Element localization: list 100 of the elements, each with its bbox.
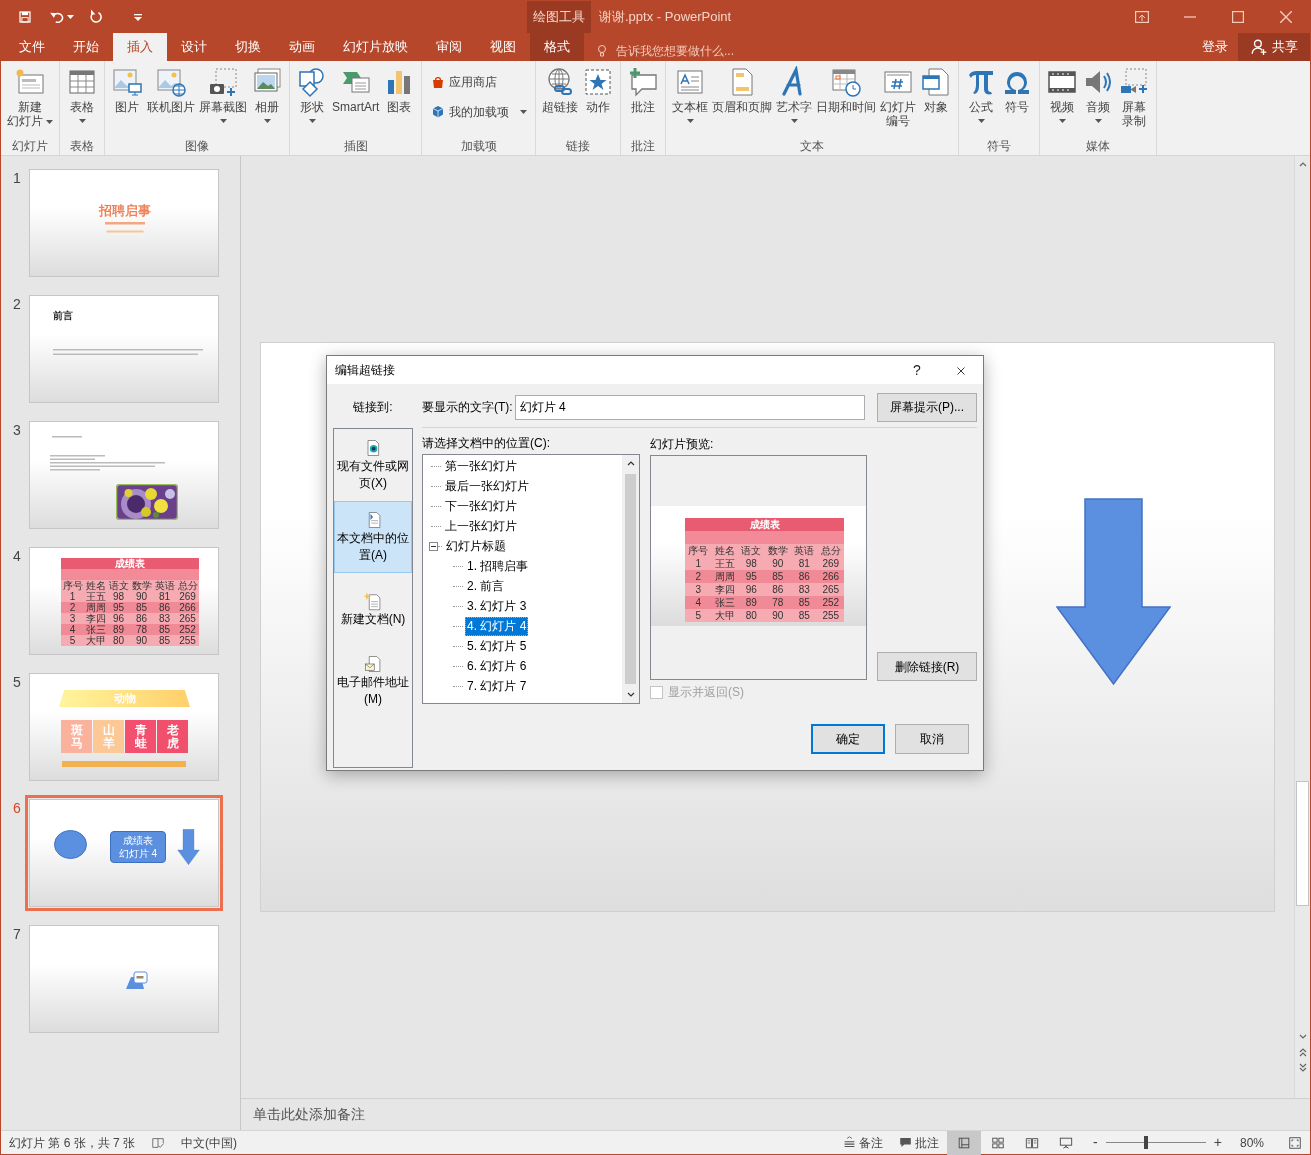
ribbon-button[interactable]: 动作 bbox=[580, 65, 617, 115]
ribbon-tab[interactable]: 文件 bbox=[5, 33, 59, 61]
ribbon-button[interactable]: 对象 bbox=[918, 65, 955, 115]
scrollbar-thumb[interactable] bbox=[1296, 781, 1309, 906]
caret-icon bbox=[67, 15, 74, 19]
double-chevron-down-icon bbox=[1298, 1063, 1307, 1073]
slide-number: 5 bbox=[12, 673, 22, 692]
remove-link-button[interactable]: 删除链接(R) bbox=[877, 652, 977, 681]
spell-check-icon bbox=[151, 1135, 166, 1150]
zoom-slider-thumb[interactable] bbox=[1143, 1136, 1148, 1149]
zoom-out-button[interactable]: - bbox=[1091, 1132, 1100, 1153]
tree-item[interactable]: 第一张幻灯片 bbox=[443, 456, 519, 476]
tree-item[interactable]: 下一张幻灯片 bbox=[443, 496, 519, 516]
dialog-button[interactable]: 确定 bbox=[811, 724, 885, 754]
tree-item[interactable]: 4. 幻灯片 4 bbox=[465, 616, 529, 636]
ribbon-button[interactable]: 视频 bbox=[1044, 65, 1081, 124]
ribbon-tab[interactable]: 审阅 bbox=[422, 33, 476, 61]
card-text: 老虎 bbox=[166, 723, 179, 750]
tree-item[interactable]: 最后一张幻灯片 bbox=[443, 476, 531, 496]
ribbon-button[interactable]: 图片 bbox=[109, 65, 145, 115]
text-field[interactable]: 幻灯片 4 bbox=[514, 394, 865, 420]
dialog-button[interactable]: 取消 bbox=[895, 724, 969, 754]
collapse-node-icon[interactable] bbox=[429, 541, 438, 551]
ribbon-tab[interactable]: 开始 bbox=[59, 33, 113, 61]
slide-number: 1 bbox=[12, 169, 22, 188]
column-header: 数学 bbox=[130, 580, 153, 591]
tree-item[interactable]: 7. 幻灯片 7 bbox=[465, 676, 529, 696]
section-label: 链接到: bbox=[352, 399, 394, 416]
ribbon-button[interactable]: 公式 bbox=[963, 65, 1000, 124]
ribbon-tab[interactable]: 动画 bbox=[275, 33, 329, 61]
ribbon-button[interactable]: 幻灯片 编号 bbox=[878, 65, 919, 129]
chevron-up-icon bbox=[626, 461, 635, 466]
ribbon-button[interactable]: 日期和时间 bbox=[814, 65, 879, 115]
tree-item[interactable]: 1. 招聘启事 bbox=[465, 556, 531, 576]
notes-button[interactable]: 备注 bbox=[835, 1130, 892, 1155]
table-cell: 李四 bbox=[84, 613, 107, 624]
tree-item[interactable]: 5. 幻灯片 5 bbox=[465, 636, 529, 656]
table-cell: 81 bbox=[791, 557, 818, 570]
ribbon-tab[interactable]: 设计 bbox=[167, 33, 221, 61]
tree-item[interactable]: 上一张幻灯片 bbox=[443, 516, 519, 536]
table-cell: 3 bbox=[685, 583, 712, 596]
link-type-option[interactable]: 现有文件或网页(X) bbox=[334, 429, 412, 501]
link-type-option[interactable]: 本文档中的位置(A) bbox=[334, 501, 412, 573]
ribbon-button[interactable]: 我的加载项 bbox=[426, 101, 532, 123]
table-cell: 265 bbox=[817, 583, 844, 596]
notes-icon bbox=[843, 1136, 857, 1149]
table-cell: 大甲 bbox=[711, 609, 738, 622]
ribbon-button[interactable]: 符号 bbox=[999, 65, 1036, 115]
group-label: 批注 bbox=[630, 138, 657, 155]
ribbon-button[interactable]: 图表 bbox=[381, 65, 418, 115]
ribbon-tab[interactable]: 插入 bbox=[113, 33, 167, 61]
ribbon-button[interactable]: 屏幕 录制 bbox=[1116, 65, 1153, 129]
card-text: 青蛙 bbox=[134, 723, 147, 750]
link-type-option[interactable]: 新建文档(N) bbox=[334, 573, 412, 645]
ribbon-button[interactable]: 相册 bbox=[249, 65, 285, 124]
ribbon-button[interactable]: 批注 bbox=[625, 65, 662, 115]
ribbon-tab[interactable]: 视图 bbox=[476, 33, 530, 61]
ribbon-button[interactable]: 艺术字 bbox=[774, 65, 815, 124]
fit-to-window-icon bbox=[1288, 1135, 1302, 1150]
comments-button[interactable]: 批注 bbox=[891, 1130, 948, 1155]
help-button[interactable]: ? bbox=[895, 356, 939, 384]
tree-item[interactable]: 幻灯片标题 bbox=[444, 536, 508, 556]
ribbon-button[interactable]: 应用商店 bbox=[426, 71, 532, 93]
ribbon-button[interactable]: 联机图片 bbox=[145, 65, 197, 115]
ribbon-tab[interactable]: 切换 bbox=[221, 33, 275, 61]
link-type-option[interactable]: 电子邮件地址(M) bbox=[334, 645, 412, 717]
sign-in-link[interactable]: 登录 bbox=[1192, 37, 1238, 57]
scrollbar-thumb[interactable] bbox=[625, 474, 636, 684]
ribbon-button[interactable]: 页眉和页脚 bbox=[710, 65, 775, 115]
ribbon-tab[interactable]: 格式 bbox=[530, 33, 584, 61]
column-header: 总分 bbox=[817, 544, 844, 557]
table-cell: 3 bbox=[61, 613, 84, 624]
slide-number: 3 bbox=[12, 421, 22, 440]
table-cell: 85 bbox=[764, 570, 791, 583]
ribbon-button[interactable]: SmartArt bbox=[330, 65, 382, 115]
table-cell: 86 bbox=[764, 583, 791, 596]
ribbon-button[interactable]: 音频 bbox=[1080, 65, 1117, 124]
tree-item[interactable]: 6. 幻灯片 6 bbox=[465, 656, 529, 676]
ribbon-button[interactable]: 文本框 bbox=[670, 65, 711, 124]
language-indicator[interactable]: 中文(中国) bbox=[181, 1133, 238, 1152]
zoom-level[interactable]: 80% bbox=[1239, 1133, 1264, 1152]
ribbon-button[interactable]: 超链接 bbox=[540, 65, 581, 115]
zoom-in-button[interactable]: + bbox=[1211, 1132, 1224, 1153]
table-cell: 2 bbox=[685, 570, 712, 583]
ribbon-button[interactable]: 屏幕截图 bbox=[197, 65, 249, 124]
tell-me-field[interactable]: 告诉我您想要做什么... bbox=[614, 41, 814, 61]
screentip-button[interactable]: 屏幕提示(P)... bbox=[877, 392, 977, 422]
tree-item[interactable]: 2. 前言 bbox=[465, 576, 507, 596]
table-cell: 269 bbox=[176, 591, 199, 602]
ribbon-button[interactable]: 形状 bbox=[294, 65, 330, 124]
table-cell: 89 bbox=[107, 624, 130, 635]
view-button[interactable] bbox=[947, 1130, 982, 1155]
ribbon-tab[interactable]: 幻灯片放映 bbox=[329, 33, 422, 61]
share-button[interactable]: 共享 bbox=[1238, 33, 1310, 61]
ribbon-button[interactable]: 新建 幻灯片 bbox=[5, 65, 55, 129]
ribbon-button[interactable]: 表格 bbox=[64, 65, 100, 124]
table-cell: 86 bbox=[791, 570, 818, 583]
table-cell: 81 bbox=[153, 591, 176, 602]
tree-item[interactable]: 3. 幻灯片 3 bbox=[465, 596, 529, 616]
table-cell: 周周 bbox=[84, 602, 107, 613]
